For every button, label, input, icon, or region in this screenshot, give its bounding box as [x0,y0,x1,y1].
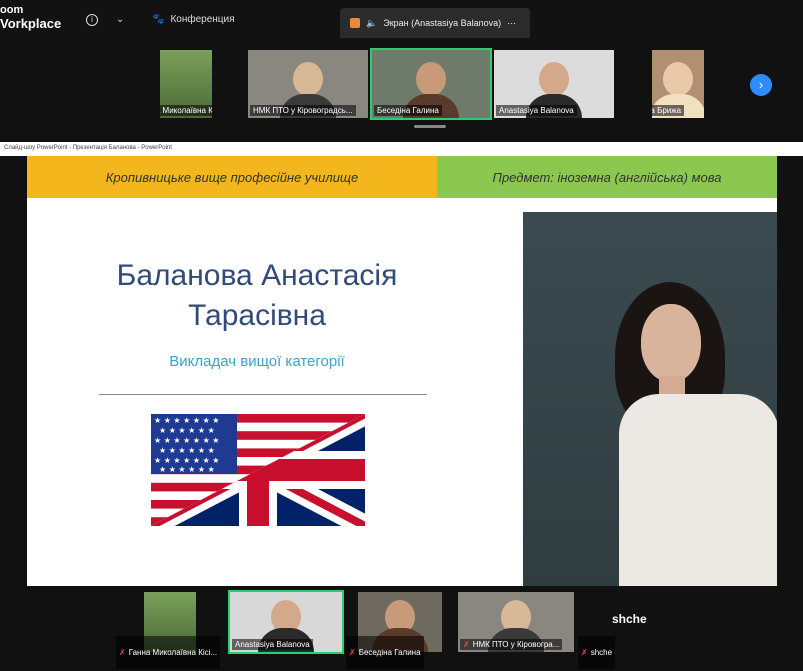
participant-nametag: ✗ Беседіна Галина [346,636,424,669]
more-options-icon[interactable]: ⋯ [507,18,516,29]
participant-face [539,62,569,96]
participant-face [293,62,323,96]
powerpoint-title-bar: Слайд-шоу PowerPoint - Презентація Балан… [0,142,803,156]
participant-nametag: Anastasiya Balanova [232,639,313,650]
participant-strip-top: ✗Ганна Миколаївна Кісі... НМК ПТО у Кіро… [0,42,803,142]
participant-nametag: НМК ПТО у Кіровоградсь... [250,105,356,116]
screen-share-label: Экран (Anastasiya Balanova) [383,18,502,28]
speaker-photo [523,212,777,586]
participant-nametag: ✗ shche [578,636,616,669]
speaker-icon: 🔈 [366,17,378,28]
participant-face [663,62,693,96]
participant-nametag: Беседіна Галина [374,105,442,116]
slide-role: Викладач вищої категорії [169,353,345,370]
slide-divider [99,394,427,395]
app-square-icon [350,18,360,28]
participant-name: shche [590,648,613,657]
svg-text:★ ★ ★ ★ ★ ★ ★: ★ ★ ★ ★ ★ ★ ★ [154,436,219,445]
chevron-right-icon: › [758,77,764,92]
participant-name: Ганна Миколаївна Кісі... [128,648,218,657]
participant-name: Ольга Брижа [652,106,682,115]
mic-muted-icon: ✗ [463,640,470,649]
zoom-window: oom Vorkplace i ⌄ 🐾 Конференция 🔈 Экран … [0,0,803,671]
shirt-shape [619,394,777,586]
dropdown-button[interactable]: ⌄ [116,14,124,25]
participant-face [416,62,446,96]
conference-menu[interactable]: 🐾 Конференция [152,14,235,25]
strip-resize-handle[interactable] [414,125,446,128]
participant-name: НМК ПТО у Кіровоградсь... [253,106,353,115]
participant-tile[interactable]: ✗Ганна Миколаївна Кісі... [160,50,212,118]
screen-share-tab[interactable]: 🔈 Экран (Anastasiya Balanova) ⋯ [340,8,530,38]
us-uk-flag-image: ★ ★ ★ ★ ★ ★ ★ ★ ★ ★ ★ ★ ★ ★ ★ ★ ★ ★ ★ ★ … [151,414,365,526]
slide-header-right: Предмет: іноземна (англійська) мова [437,156,777,198]
participant-tile[interactable]: ✗ НМК ПТО у Кіровогра... [458,592,574,652]
next-page-button[interactable]: › [750,74,772,96]
participant-nametag: Anastasiya Balanova [496,105,577,116]
svg-text:★ ★ ★ ★ ★ ★ ★: ★ ★ ★ ★ ★ ★ ★ [154,416,219,425]
brand-line-2: Vorkplace [0,16,62,31]
participant-name: Беседіна Галина [358,648,421,657]
participant-nametag: ✗ НМК ПТО у Кіровогра... [460,639,563,650]
participant-strip-bottom: ✗ Ганна Миколаївна Кісі... Anastasiya Bal… [0,588,803,671]
info-button[interactable]: i [86,14,98,26]
participant-name: Anastasiya Balanova [235,640,310,649]
info-icon: i [86,14,98,26]
conference-label: Конференция [170,14,235,25]
slide-header-left: Кропивницьке вище професійне училище [27,156,437,198]
participant-name: Anastasiya Balanova [499,106,574,115]
participant-tile[interactable]: Anastasiya Balanova [494,50,614,118]
participant-nametag: ✗Ганна Миколаївна Кісі... [160,105,212,116]
mic-muted-icon: ✗ [349,648,356,657]
svg-text:★ ★ ★ ★ ★ ★ ★: ★ ★ ★ ★ ★ ★ ★ [154,456,219,465]
participant-tile[interactable]: НМК ПТО у Кіровоградсь... [248,50,368,118]
participant-name-large: shche [612,612,647,626]
participant-nametag: ✗Ганна Миколаївна Кісі... [116,636,221,669]
app-brand: oom Vorkplace [0,4,61,30]
svg-text:★ ★ ★ ★ ★ ★: ★ ★ ★ ★ ★ ★ [159,465,215,474]
participant-tile[interactable]: ✗Ольга Брижа [652,50,704,118]
svg-text:★ ★ ★ ★ ★ ★: ★ ★ ★ ★ ★ ★ [159,426,215,435]
chevron-down-icon: ⌄ [116,14,125,25]
participant-nametag: ✗Ольга Брижа [652,105,685,116]
title-bar: oom Vorkplace i ⌄ 🐾 Конференция 🔈 Экран … [0,0,803,42]
participant-tile-active[interactable]: Anastasiya Balanova [228,590,344,654]
participant-name: Ганна Миколаївна Кісі... [160,106,212,115]
paw-icon: 🐾 [152,14,165,25]
shared-screen: Кропивницьке вище професійне училище Пре… [0,156,803,588]
svg-text:★ ★ ★ ★ ★ ★: ★ ★ ★ ★ ★ ★ [159,446,215,455]
participant-name: НМК ПТО у Кіровогра... [472,640,560,649]
participant-tile-active[interactable]: Беседіна Галина [370,48,492,120]
face-shape [641,304,701,382]
slide-name: Баланова Анастасія Тарасівна [116,259,398,332]
mic-muted-icon: ✗ [581,648,588,657]
participant-name: Беседіна Галина [377,106,439,115]
presentation-slide: Кропивницьке вище професійне училище Пре… [27,156,777,586]
mic-muted-icon: ✗ [119,648,126,657]
